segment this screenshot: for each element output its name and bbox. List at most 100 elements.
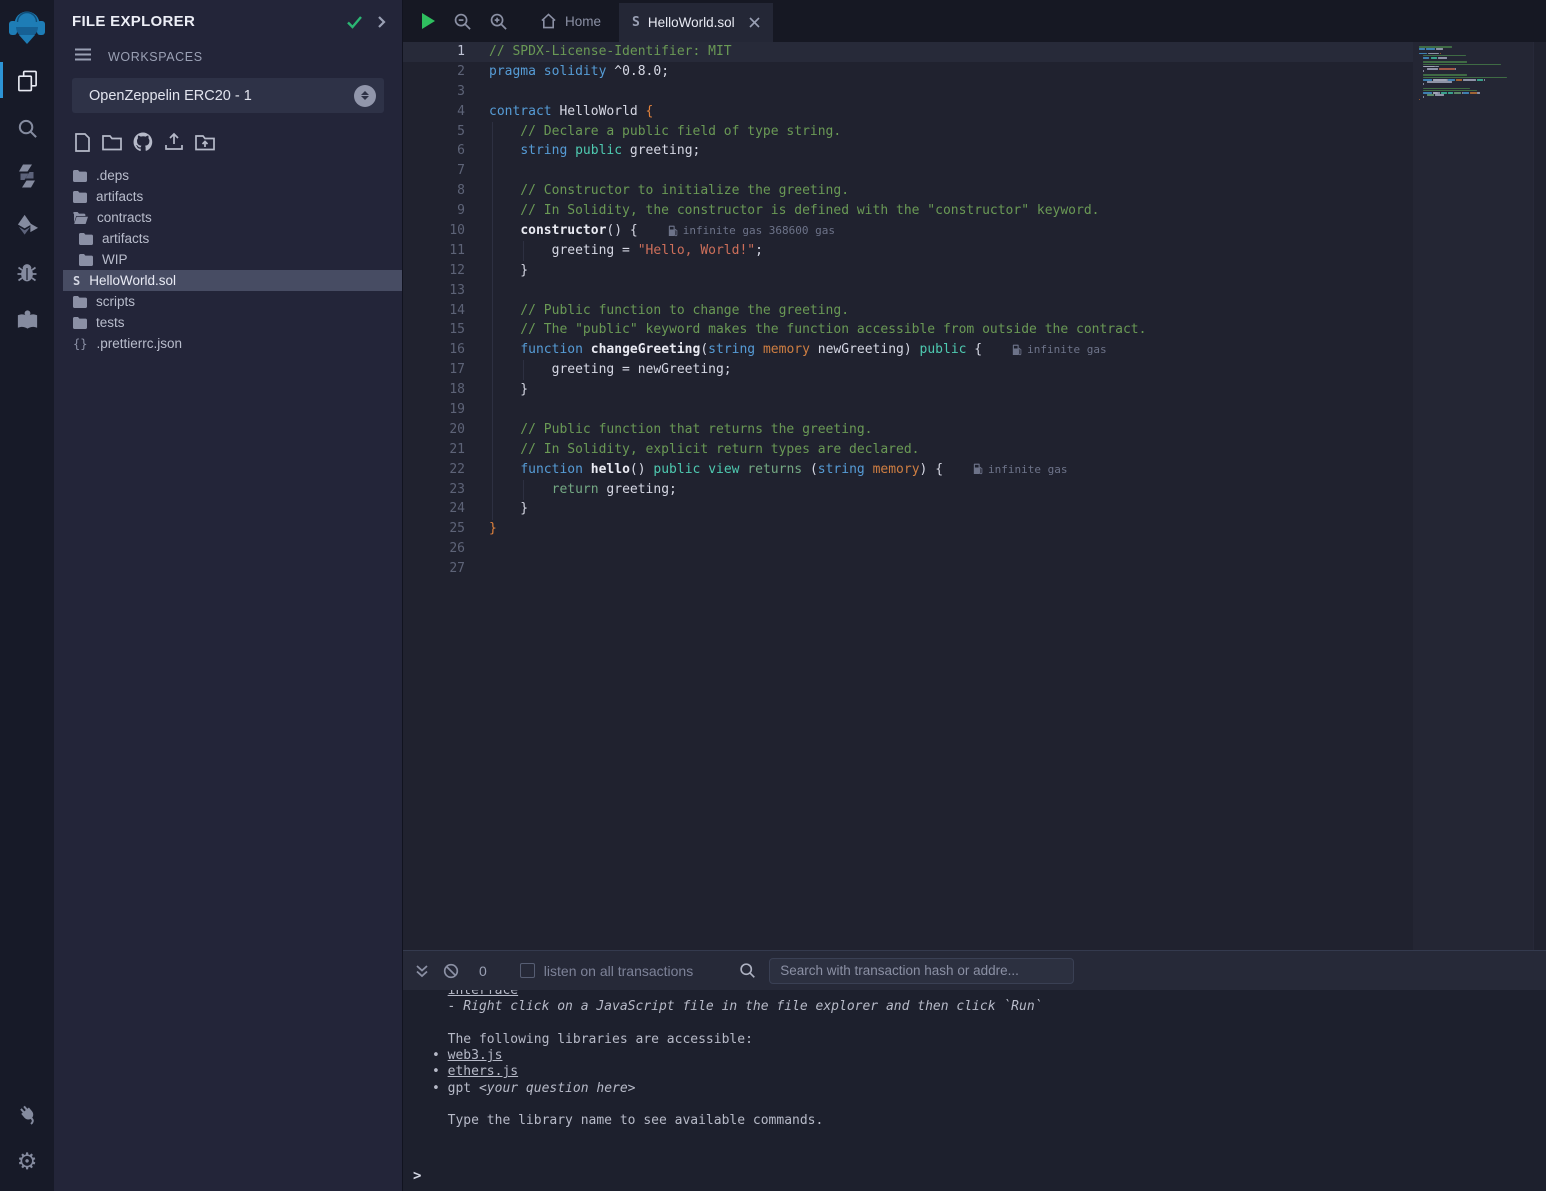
listen-transactions-checkbox[interactable] — [520, 963, 535, 978]
run-script-icon[interactable] — [420, 12, 436, 30]
sidebar-item-plugin-manager[interactable] — [0, 1089, 54, 1137]
line-number[interactable]: 6 — [403, 141, 465, 161]
line-number[interactable]: 26 — [403, 539, 465, 559]
terminal-link[interactable]: web3.js — [448, 1048, 503, 1063]
line-number[interactable]: 18 — [403, 380, 465, 400]
code-content[interactable]: // SPDX-License-Identifier: MITpragma so… — [489, 42, 1413, 579]
tree-item-artifacts[interactable]: artifacts — [54, 186, 402, 207]
terminal-prompt[interactable]: > — [413, 1168, 421, 1184]
sidebar-item-settings[interactable]: ⚙ — [0, 1137, 54, 1185]
sidebar-item-deploy-and-run[interactable] — [0, 200, 54, 248]
line-number[interactable]: 5 — [403, 122, 465, 142]
code-line-19[interactable] — [489, 400, 1413, 420]
code-line-16[interactable]: function changeGreeting(string memory ne… — [489, 340, 1413, 360]
editor-scrollbar[interactable] — [1533, 42, 1546, 950]
workspaces-menu-icon[interactable] — [74, 48, 92, 66]
create-new-folder-icon[interactable] — [101, 132, 123, 152]
code-line-21[interactable]: // In Solidity, explicit return types ar… — [489, 440, 1413, 460]
tree-item-WIP[interactable]: WIP — [54, 249, 402, 270]
tree-item-contracts[interactable]: contracts — [54, 207, 402, 228]
code-line-11[interactable]: greeting = "Hello, World!"; — [489, 241, 1413, 261]
minimap-column[interactable] — [1413, 42, 1533, 950]
line-number[interactable]: 16 — [403, 340, 465, 360]
panel-forward-chevron-icon[interactable] — [377, 15, 386, 29]
tree-item-.deps[interactable]: .deps — [54, 165, 402, 186]
upload-folder-icon[interactable] — [194, 132, 216, 152]
remix-logo[interactable] — [0, 0, 54, 56]
workspace-select[interactable]: OpenZeppelin ERC20 - 1 — [72, 78, 384, 113]
line-number[interactable]: 1 — [403, 42, 465, 62]
code-line-1[interactable]: // SPDX-License-Identifier: MIT — [489, 42, 1413, 62]
terminal-link[interactable]: interface — [448, 990, 518, 998]
code-line-10[interactable]: constructor() {infinite gas 368600 gas — [489, 221, 1413, 241]
code-line-5[interactable]: // Declare a public field of type string… — [489, 122, 1413, 142]
create-new-file-icon[interactable] — [73, 132, 92, 153]
terminal-search-input[interactable] — [769, 958, 1074, 984]
tab-helloworld-sol[interactable]: S HelloWorld.sol — [619, 3, 773, 42]
terminal-expand-icon[interactable] — [415, 964, 429, 978]
clear-console-icon[interactable] — [443, 963, 459, 979]
code-line-2[interactable]: pragma solidity ^0.8.0; — [489, 62, 1413, 82]
line-number[interactable]: 7 — [403, 161, 465, 181]
code-line-26[interactable] — [489, 539, 1413, 559]
code-line-15[interactable]: // The "public" keyword makes the functi… — [489, 320, 1413, 340]
code-line-22[interactable]: function hello() public view returns (st… — [489, 460, 1413, 480]
zoom-out-icon[interactable] — [453, 12, 472, 31]
tree-item-artifacts[interactable]: artifacts — [54, 228, 402, 249]
line-number[interactable]: 17 — [403, 360, 465, 380]
terminal-output[interactable]: interface - Right click on a JavaScript … — [403, 990, 1546, 1191]
minimap[interactable] — [1419, 46, 1529, 105]
line-number[interactable]: 20 — [403, 420, 465, 440]
code-line-14[interactable]: // Public function to change the greetin… — [489, 301, 1413, 321]
zoom-in-icon[interactable] — [489, 12, 508, 31]
code-line-24[interactable]: } — [489, 499, 1413, 519]
tab-home[interactable]: Home — [522, 0, 619, 42]
tree-item-tests[interactable]: tests — [54, 312, 402, 333]
terminal-link[interactable]: ethers.js — [448, 1064, 518, 1079]
line-number[interactable]: 12 — [403, 261, 465, 281]
line-number[interactable]: 24 — [403, 499, 465, 519]
clone-git-repository-icon[interactable] — [132, 131, 154, 153]
line-number[interactable]: 3 — [403, 82, 465, 102]
line-number[interactable]: 19 — [403, 400, 465, 420]
accept-check-icon[interactable] — [346, 15, 363, 29]
code-line-13[interactable] — [489, 281, 1413, 301]
line-number[interactable]: 10 — [403, 221, 465, 241]
code-line-23[interactable]: return greeting; — [489, 480, 1413, 500]
tree-item-scripts[interactable]: scripts — [54, 291, 402, 312]
sidebar-item-file-explorer[interactable] — [0, 56, 54, 104]
code-line-18[interactable]: } — [489, 380, 1413, 400]
sidebar-item-learneth[interactable] — [0, 296, 54, 344]
line-number[interactable]: 23 — [403, 480, 465, 500]
line-number[interactable]: 15 — [403, 320, 465, 340]
close-tab-icon[interactable] — [749, 17, 760, 28]
sidebar-item-debugger[interactable] — [0, 248, 54, 296]
sidebar-item-search[interactable] — [0, 104, 54, 152]
code-line-4[interactable]: contract HelloWorld { — [489, 102, 1413, 122]
code-line-27[interactable] — [489, 559, 1413, 579]
code-line-9[interactable]: // In Solidity, the constructor is defin… — [489, 201, 1413, 221]
line-number[interactable]: 4 — [403, 102, 465, 122]
line-number[interactable]: 2 — [403, 62, 465, 82]
line-number[interactable]: 9 — [403, 201, 465, 221]
upload-files-icon[interactable] — [163, 132, 185, 153]
line-number[interactable]: 27 — [403, 559, 465, 579]
code-line-17[interactable]: greeting = newGreeting; — [489, 360, 1413, 380]
code-line-6[interactable]: string public greeting; — [489, 141, 1413, 161]
code-line-7[interactable] — [489, 161, 1413, 181]
line-number[interactable]: 11 — [403, 241, 465, 261]
line-number[interactable]: 8 — [403, 181, 465, 201]
tree-item-HelloWorld.sol[interactable]: SHelloWorld.sol — [63, 270, 402, 291]
line-number[interactable]: 14 — [403, 301, 465, 321]
code-line-25[interactable]: } — [489, 519, 1413, 539]
code-line-3[interactable] — [489, 82, 1413, 102]
line-number[interactable]: 13 — [403, 281, 465, 301]
line-number[interactable]: 21 — [403, 440, 465, 460]
line-number-gutter[interactable]: 1234567891011121314151617181920212223242… — [403, 42, 465, 579]
code-editor[interactable]: 1234567891011121314151617181920212223242… — [403, 42, 1546, 950]
code-line-8[interactable]: // Constructor to initialize the greetin… — [489, 181, 1413, 201]
sidebar-item-solidity-compiler[interactable] — [0, 152, 54, 200]
code-line-12[interactable]: } — [489, 261, 1413, 281]
tree-item-.prettierrc.json[interactable]: {}.prettierrc.json — [54, 333, 402, 354]
line-number[interactable]: 22 — [403, 460, 465, 480]
